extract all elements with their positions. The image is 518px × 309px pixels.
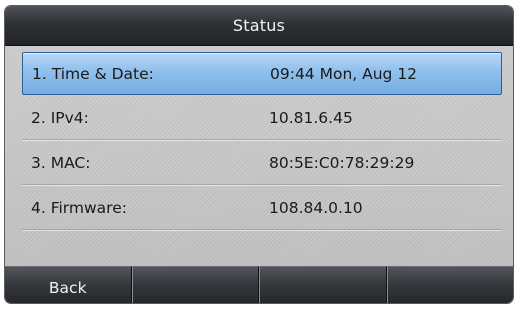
back-softkey[interactable]: Back bbox=[5, 266, 132, 303]
phone-screen: Status 1. Time & Date: 09:44 Mon, Aug 12… bbox=[5, 6, 513, 303]
status-item-label: 3. MAC: bbox=[31, 153, 91, 172]
status-item-mac[interactable]: 3. MAC: 80:5E:C0:78:29:29 bbox=[22, 141, 502, 185]
softkey-4[interactable] bbox=[386, 266, 513, 303]
status-item-label: 1. Time & Date: bbox=[32, 64, 154, 83]
title-bar: Status bbox=[5, 6, 513, 46]
page-title: Status bbox=[232, 16, 286, 35]
status-item-time-date[interactable]: 1. Time & Date: 09:44 Mon, Aug 12 bbox=[22, 52, 502, 95]
status-item-value: 80:5E:C0:78:29:29 bbox=[269, 153, 415, 172]
status-list: 1. Time & Date: 09:44 Mon, Aug 12 2. IPv… bbox=[22, 52, 502, 231]
status-item-ipv4[interactable]: 2. IPv4: 10.81.6.45 bbox=[22, 96, 502, 140]
status-item-value: 09:44 Mon, Aug 12 bbox=[270, 64, 418, 83]
softkey-label: Back bbox=[48, 279, 87, 297]
softkey-3[interactable] bbox=[259, 266, 387, 303]
status-item-value: 10.81.6.45 bbox=[269, 108, 353, 127]
status-item-firmware[interactable]: 4. Firmware: 108.84.0.10 bbox=[22, 186, 502, 230]
softkey-bar: Back bbox=[5, 266, 513, 303]
status-item-value: 108.84.0.10 bbox=[269, 198, 363, 217]
status-item-label: 2. IPv4: bbox=[31, 108, 89, 127]
softkey-2[interactable] bbox=[131, 266, 259, 303]
status-item-label: 4. Firmware: bbox=[31, 198, 127, 217]
